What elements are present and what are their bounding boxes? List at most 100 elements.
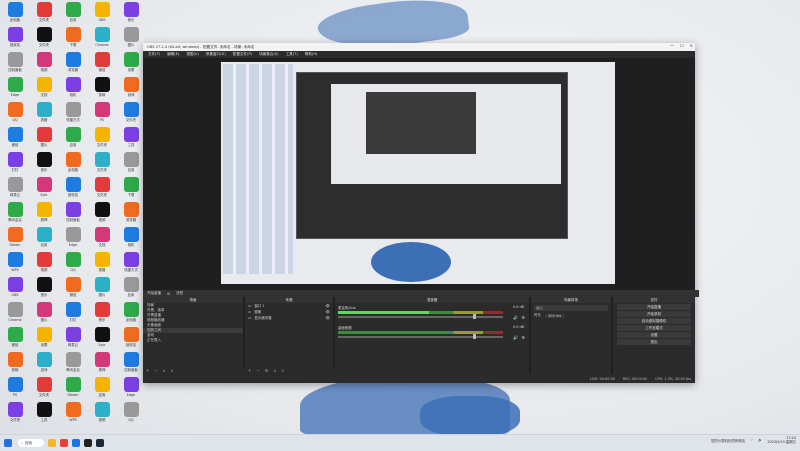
desktop-icon[interactable]: 图片	[31, 127, 57, 151]
desktop-icon[interactable]: 微信	[89, 52, 115, 76]
obs-taskbar-icon[interactable]	[84, 439, 92, 447]
desktop-icon[interactable]: PS	[2, 377, 28, 401]
desktop-icon[interactable]: 图片	[89, 277, 115, 301]
desktop-icon[interactable]: 应用	[118, 152, 144, 176]
desktop-icon[interactable]: OBS	[89, 2, 115, 26]
wifi-icon[interactable]: ⌔	[750, 438, 753, 443]
desktop-icon[interactable]: 应用	[31, 227, 57, 251]
desktop-icon[interactable]: Chrome	[89, 27, 115, 51]
desktop-icon[interactable]: 文档	[31, 77, 57, 101]
visibility-icon[interactable]: 👁	[326, 304, 330, 308]
volume-slider[interactable]	[338, 314, 503, 319]
desktop-icon[interactable]: 文件夹	[31, 377, 57, 401]
desktop-icon[interactable]: Epic	[89, 327, 115, 351]
remove-source-button[interactable]: −	[256, 368, 259, 373]
desktop-icon[interactable]: 快捷方式	[118, 252, 144, 276]
desktop-icon[interactable]: 腾讯会议	[2, 202, 28, 226]
desktop-icon[interactable]: 文件夹	[118, 102, 144, 126]
desktop-icon[interactable]: 此电脑	[118, 302, 144, 326]
desktop-icon[interactable]: 音乐	[118, 2, 144, 26]
settings-button[interactable]: 设置	[617, 332, 691, 338]
start-recording-button[interactable]: 开始录制	[617, 311, 691, 317]
clock[interactable]: 17:24 2023/5/19 星期五	[767, 436, 796, 444]
menu-view[interactable]: 视图(V)	[186, 52, 198, 57]
desktop-icon[interactable]: OBS	[2, 277, 28, 301]
desktop-icon[interactable]: 设置	[31, 327, 57, 351]
desktop-icon[interactable]: QQ	[60, 252, 86, 276]
desktop-icon[interactable]: 腾讯会议	[60, 352, 86, 376]
desktop-icon[interactable]: 回收站	[2, 27, 28, 51]
desktop-icon[interactable]: 表格	[31, 102, 57, 126]
scene-up-button[interactable]: ∧	[163, 368, 166, 373]
remove-scene-button[interactable]: −	[154, 368, 157, 373]
desktop-icon[interactable]: 视频	[31, 252, 57, 276]
slider-knob[interactable]	[473, 334, 477, 339]
window-titlebar[interactable]: OBS 27.2.4 (64-bit, windows) - 配置文件: 未命名…	[143, 43, 695, 51]
file-explorer-icon[interactable]	[48, 439, 56, 447]
gear-icon[interactable]: ⚙	[521, 315, 525, 320]
menu-scene-collection[interactable]: 场景集合(S)	[259, 52, 278, 57]
desktop-icon[interactable]: WPS	[2, 252, 28, 276]
desktop-icon[interactable]: 浏览器	[60, 52, 86, 76]
desktop-icon[interactable]: 微信	[2, 327, 28, 351]
studio-mode-button[interactable]: 工作室模式	[617, 325, 691, 331]
desktop-icon[interactable]: 游戏	[31, 352, 57, 376]
desktop-icon[interactable]: 下载	[118, 177, 144, 201]
source-down-button[interactable]: ∨	[281, 368, 284, 373]
virtual-camera-button[interactable]: 启动虚拟摄像机	[617, 318, 691, 324]
desktop-icon[interactable]: Steam	[2, 227, 28, 251]
obs-window[interactable]: OBS 27.2.4 (64-bit, windows) - 配置文件: 未命名…	[143, 43, 699, 383]
preview-canvas[interactable]	[221, 62, 615, 284]
desktop-icon[interactable]: 钉钉	[2, 152, 28, 176]
desktop-icon[interactable]: 表格	[89, 252, 115, 276]
desktop-icon[interactable]: 音乐	[89, 302, 115, 326]
desktop-icon[interactable]: 钉钉	[60, 302, 86, 326]
close-button[interactable]: ✕	[690, 43, 693, 48]
desktop-icon[interactable]: PS	[89, 102, 115, 126]
scene-down-button[interactable]: ∨	[171, 368, 174, 373]
speaker-icon[interactable]: 🔊	[513, 335, 518, 340]
source-item[interactable]: ▭ 显示器采集 👁	[245, 315, 333, 321]
visibility-icon[interactable]: 👁	[326, 310, 330, 314]
slider-knob[interactable]	[473, 314, 477, 319]
desktop-icon[interactable]: 网易云	[2, 177, 28, 201]
desktop-icon[interactable]: 文件夹	[89, 127, 115, 151]
desktop-icon[interactable]: 文档	[89, 227, 115, 251]
desktop-icon[interactable]: 文件夹	[31, 27, 57, 51]
transition-select[interactable]: 淡入	[534, 305, 608, 311]
properties-icon[interactable]: ⚙	[167, 292, 170, 296]
desktop-icon[interactable]: 下载	[60, 27, 86, 51]
menu-file[interactable]: 文件(F)	[148, 52, 160, 57]
volume-slider[interactable]	[338, 334, 503, 339]
desktop-icon[interactable]: 音乐	[31, 277, 57, 301]
tray-warning[interactable]: 您的计算机仍然有风险	[711, 438, 745, 443]
menu-docks[interactable]: 停靠窗口(D)	[206, 52, 226, 57]
volume-icon[interactable]: 🔈	[758, 438, 762, 442]
desktop-icon[interactable]: 设置	[118, 52, 144, 76]
duration-input[interactable]: 300 ms	[545, 313, 565, 318]
desktop-icon[interactable]: Edge	[118, 377, 144, 401]
desktop-icon[interactable]: QQ	[118, 402, 144, 426]
search-box[interactable]: ⌕ 搜索	[18, 439, 44, 447]
desktop-icon[interactable]: 音乐	[31, 152, 57, 176]
desktop-icon[interactable]: 图片	[31, 302, 57, 326]
desktop-icon[interactable]: QQ	[2, 102, 28, 126]
desktop-icon[interactable]: 微信	[2, 127, 28, 151]
start-streaming-button[interactable]: 开始直播	[617, 304, 691, 310]
speaker-icon[interactable]: 🔊	[513, 315, 518, 320]
source-properties-icon[interactable]: ⚙	[265, 368, 269, 373]
desktop-icon[interactable]: 相机	[60, 77, 86, 101]
desktop-icon[interactable]: 原神	[31, 202, 57, 226]
desktop-icon[interactable]: 浏览器	[118, 202, 144, 226]
desktop-icon[interactable]: 游戏	[118, 77, 144, 101]
desktop-icon[interactable]: 应用	[89, 377, 115, 401]
desktop-icon[interactable]: 剪映	[2, 352, 28, 376]
desktop-icon[interactable]: Edge	[60, 227, 86, 251]
desktop-icon[interactable]: 工具	[31, 402, 57, 426]
preview-canvas-area[interactable]	[143, 58, 695, 290]
desktop-icon[interactable]: 文件夹	[2, 402, 28, 426]
desktop-icon[interactable]: 网易云	[60, 327, 86, 351]
menu-help[interactable]: 帮助(H)	[305, 52, 318, 57]
start-icon[interactable]	[4, 439, 12, 447]
visibility-icon[interactable]: 👁	[326, 316, 330, 320]
